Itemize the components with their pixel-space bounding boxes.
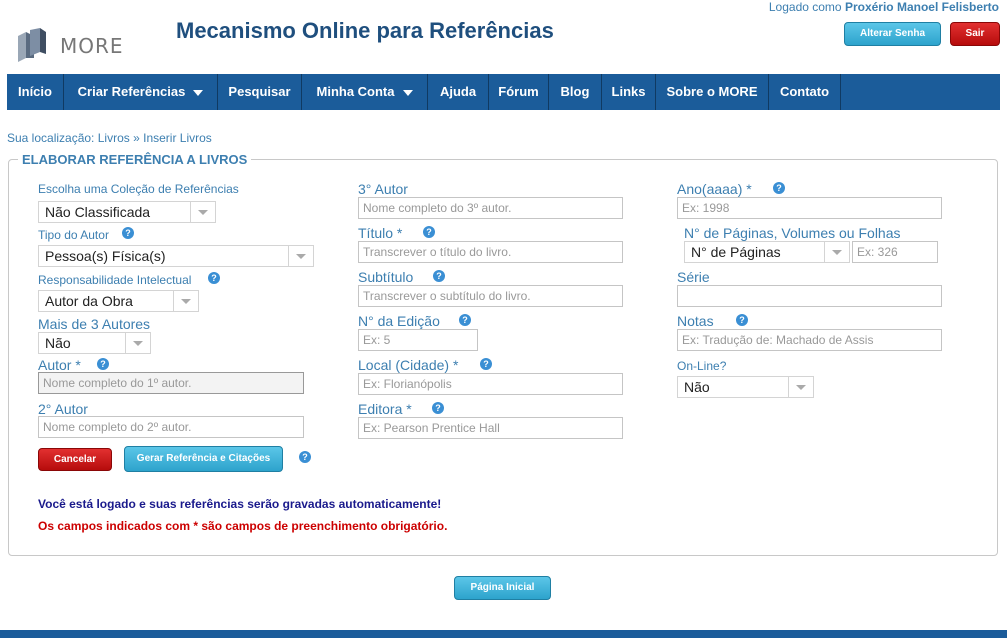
paginas-type-select[interactable]: N° de Páginas bbox=[684, 241, 850, 263]
home-page-button[interactable]: Página Inicial bbox=[454, 576, 551, 600]
mais-3-autores-label: Mais de 3 Autores bbox=[38, 316, 151, 332]
ano-input[interactable] bbox=[677, 197, 942, 219]
help-icon[interactable]: ? bbox=[459, 314, 471, 326]
help-icon[interactable]: ? bbox=[480, 358, 492, 370]
editora-input[interactable] bbox=[358, 417, 623, 439]
chevron-down-icon bbox=[788, 377, 813, 397]
logged-message: Você está logado e suas referências serã… bbox=[38, 497, 442, 511]
breadcrumb-livros-link[interactable]: Livros bbox=[98, 131, 130, 145]
chevron-down-icon bbox=[824, 242, 849, 262]
nav-ajuda[interactable]: Ajuda bbox=[428, 74, 489, 110]
autor-2-label: 2° Autor bbox=[38, 401, 88, 417]
generate-reference-button[interactable]: Gerar Referência e Citações bbox=[124, 446, 283, 472]
chevron-down-icon bbox=[288, 246, 313, 266]
serie-input[interactable] bbox=[677, 285, 942, 307]
responsabilidade-label: Responsabilidade Intelectual bbox=[38, 273, 192, 287]
chevron-down-icon bbox=[173, 291, 198, 311]
breadcrumb-inserir-livros-link[interactable]: Inserir Livros bbox=[143, 131, 212, 145]
colecao-select[interactable]: Não Classificada bbox=[38, 201, 216, 223]
local-label: Local (Cidade) * bbox=[358, 357, 459, 373]
main-nav: Início Criar Referências Pesquisar Minha… bbox=[7, 74, 1000, 110]
edicao-input[interactable] bbox=[358, 329, 478, 351]
local-input[interactable] bbox=[358, 373, 623, 395]
ano-label: Ano(aaaa) * bbox=[677, 181, 752, 197]
nav-contato[interactable]: Contato bbox=[769, 74, 841, 110]
logo-text: MORE bbox=[60, 34, 124, 58]
online-select[interactable]: Não bbox=[677, 376, 814, 398]
nav-inicio[interactable]: Início bbox=[7, 74, 64, 110]
help-icon[interactable]: ? bbox=[122, 227, 134, 239]
logged-user-info: Logado como Proxério Manoel Felisberto bbox=[769, 0, 999, 14]
titulo-label: Título * bbox=[358, 225, 403, 241]
help-icon[interactable]: ? bbox=[773, 182, 785, 194]
notas-input[interactable] bbox=[677, 329, 942, 351]
help-icon[interactable]: ? bbox=[432, 402, 444, 414]
online-label: On-Line? bbox=[677, 359, 727, 373]
nav-blog[interactable]: Blog bbox=[549, 74, 602, 110]
more-logo-icon bbox=[18, 28, 46, 62]
help-icon[interactable]: ? bbox=[433, 270, 445, 282]
caret-down-icon bbox=[193, 89, 204, 96]
colecao-label: Escolha uma Coleção de Referências bbox=[38, 182, 239, 196]
change-password-button[interactable]: Alterar Senha bbox=[844, 22, 941, 46]
logged-prefix: Logado como bbox=[768, 0, 842, 14]
nav-forum[interactable]: Fórum bbox=[489, 74, 549, 110]
form-title: ELABORAR REFERÊNCIA A LIVROS bbox=[18, 152, 252, 167]
site-title: Mecanismo Online para Referências bbox=[176, 18, 554, 43]
paginas-input[interactable] bbox=[852, 241, 938, 263]
logout-button[interactable]: Sair bbox=[950, 22, 1000, 46]
help-icon[interactable]: ? bbox=[208, 272, 220, 284]
tipo-autor-select[interactable]: Pessoa(s) Física(s) bbox=[38, 245, 314, 267]
nav-minha-conta[interactable]: Minha Conta bbox=[302, 74, 428, 110]
autor-input[interactable] bbox=[38, 372, 304, 394]
notas-label: Notas bbox=[677, 313, 714, 329]
editora-label: Editora * bbox=[358, 401, 412, 417]
responsabilidade-select[interactable]: Autor da Obra bbox=[38, 290, 199, 312]
help-icon[interactable]: ? bbox=[97, 358, 109, 370]
tipo-autor-label: Tipo do Autor bbox=[38, 228, 109, 242]
help-icon[interactable]: ? bbox=[423, 226, 435, 238]
cancel-button[interactable]: Cancelar bbox=[38, 448, 112, 471]
subtitulo-input[interactable] bbox=[358, 285, 623, 307]
nav-criar-referencias[interactable]: Criar Referências bbox=[64, 74, 218, 110]
user-name-link[interactable]: Proxério Manoel Felisberto bbox=[845, 0, 999, 14]
titulo-input[interactable] bbox=[358, 241, 623, 263]
paginas-label: N° de Páginas, Volumes ou Folhas bbox=[684, 225, 901, 241]
mais-3-autores-select[interactable]: Não bbox=[38, 332, 151, 354]
edicao-label: N° da Edição bbox=[358, 313, 440, 329]
autor-3-input[interactable] bbox=[358, 197, 623, 219]
breadcrumb: Sua localização: Livros » Inserir Livros bbox=[7, 131, 212, 145]
autor-3-label: 3° Autor bbox=[358, 181, 408, 197]
nav-pesquisar[interactable]: Pesquisar bbox=[218, 74, 302, 110]
chevron-down-icon bbox=[125, 333, 150, 353]
caret-down-icon bbox=[402, 89, 413, 96]
autor-2-input[interactable] bbox=[38, 416, 304, 438]
serie-label: Série bbox=[677, 269, 710, 285]
subtitulo-label: Subtítulo bbox=[358, 269, 414, 285]
nav-sobre-more[interactable]: Sobre o MORE bbox=[656, 74, 769, 110]
required-fields-message: Os campos indicados com * são campos de … bbox=[38, 519, 448, 533]
help-icon[interactable]: ? bbox=[299, 451, 311, 463]
footer-bar bbox=[0, 630, 1007, 638]
chevron-down-icon bbox=[190, 202, 215, 222]
help-icon[interactable]: ? bbox=[736, 314, 748, 326]
autor-label: Autor * bbox=[38, 357, 81, 373]
nav-links[interactable]: Links bbox=[602, 74, 656, 110]
